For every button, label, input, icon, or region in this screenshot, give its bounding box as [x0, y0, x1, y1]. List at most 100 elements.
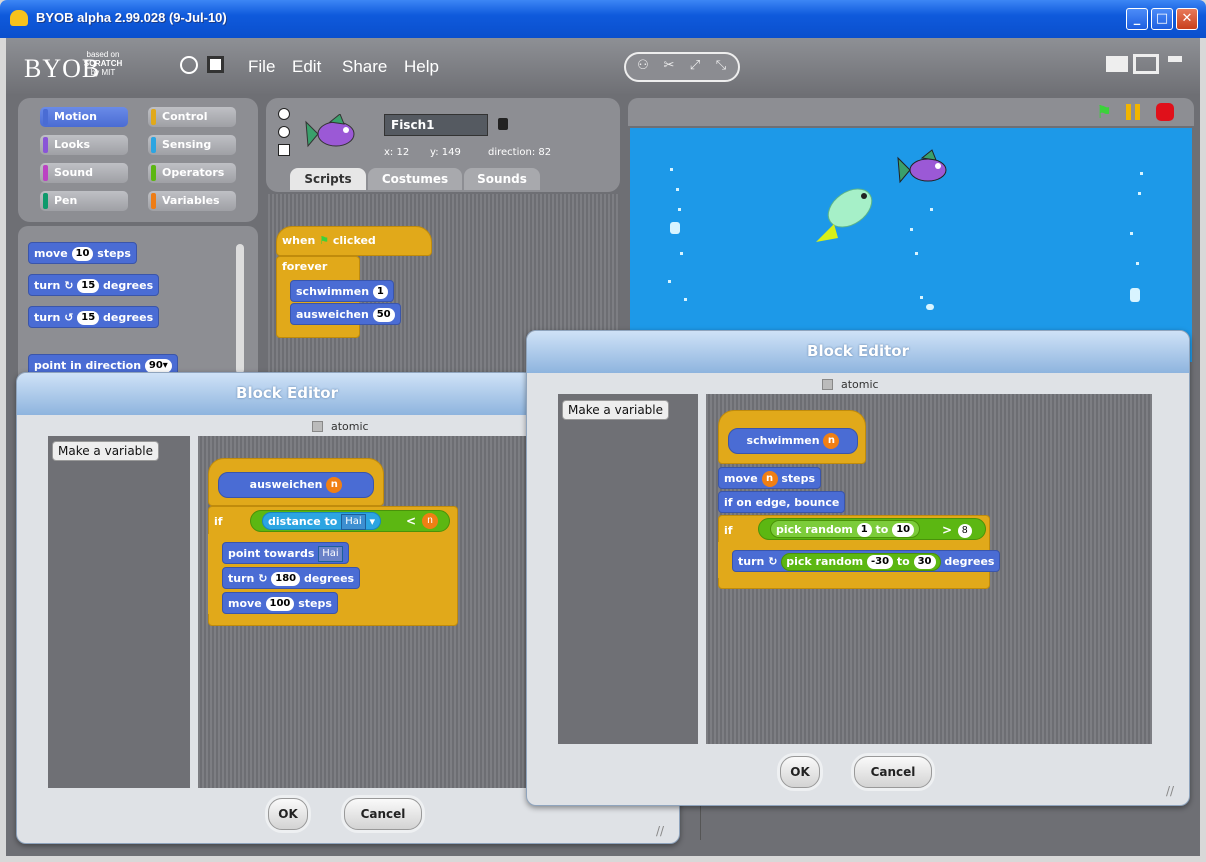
category-pen[interactable]: Pen [40, 191, 128, 211]
green-flag-button[interactable]: ⚑ [1096, 102, 1112, 123]
palette-move-block[interactable]: move 10 steps [28, 242, 137, 264]
lock-icon[interactable] [498, 118, 508, 130]
palette-scrollbar[interactable] [236, 244, 244, 374]
resize-grip-right[interactable]: // [1166, 784, 1174, 798]
title-bar[interactable]: BYOB alpha 2.99.028 (9-Jul-10) _ □ ✕ [0, 0, 1206, 38]
category-sound[interactable]: Sound [40, 163, 128, 183]
category-sensing[interactable]: Sensing [148, 135, 236, 155]
rotate-style-icon[interactable] [278, 108, 290, 120]
palette-point-direction-input[interactable]: 90▾ [144, 359, 172, 373]
bubble [1138, 192, 1141, 195]
duplicate-stamp-icon[interactable]: ⚇ [634, 58, 652, 76]
pick-to-input[interactable]: 10 [892, 523, 915, 537]
move-n-param[interactable]: n [761, 471, 778, 487]
turn-pick-random-block[interactable]: pick random -30 to 30 [781, 553, 941, 571]
hat-clicked-label: clicked [332, 234, 376, 247]
language-globe-icon[interactable] [180, 56, 198, 74]
category-motion[interactable]: Motion [40, 107, 128, 127]
point-towards-block[interactable]: point towards Hai [222, 542, 349, 564]
maximize-button[interactable]: □ [1151, 8, 1173, 30]
app-window: BYOB alpha 2.99.028 (9-Jul-10) _ □ ✕ BYO… [0, 0, 1206, 862]
category-sensing-label: Sensing [162, 138, 212, 151]
small-stage-icon[interactable] [1106, 56, 1128, 72]
cancel-button-left[interactable]: Cancel [344, 798, 422, 830]
ausweichen-proto-label: ausweichen [249, 478, 323, 491]
stage-fish-sprite[interactable] [894, 148, 954, 188]
pick-random-block[interactable]: pick random 1 to 10 [770, 520, 921, 538]
make-variable-button-left[interactable]: Make a variable [52, 441, 160, 461]
category-control[interactable]: Control [148, 107, 236, 127]
schwimmen-input[interactable]: 1 [372, 285, 388, 299]
if-c-inner-right [718, 542, 732, 578]
bubble [1140, 172, 1143, 175]
turn-180-input[interactable]: 180 [271, 572, 301, 586]
atomic-checkbox-left[interactable] [312, 421, 323, 432]
ok-button-left[interactable]: OK [268, 798, 308, 830]
make-variable-button-right[interactable]: Make a variable [562, 400, 670, 420]
menu-share[interactable]: Share [342, 57, 387, 77]
gt-value-input[interactable]: 8 [958, 524, 972, 538]
ok-button-right[interactable]: OK [780, 756, 820, 788]
turn-from-input[interactable]: -30 [866, 555, 894, 569]
turn-to-input[interactable]: 30 [913, 555, 936, 569]
palette-turn-cw-input[interactable]: 15 [77, 279, 100, 293]
shrink-icon[interactable]: ⤡ [712, 58, 730, 76]
ausweichen-label: ausweichen [296, 308, 369, 321]
palette-turn-ccw-block[interactable]: turn ↺ 15 degrees [28, 306, 160, 328]
tab-sounds[interactable]: Sounds [464, 168, 540, 190]
pause-button[interactable] [1126, 104, 1140, 120]
param-n-right[interactable]: n [823, 433, 840, 449]
logo-sub-3: by MIT [90, 68, 116, 77]
if-on-edge-bounce-block[interactable]: if on edge, bounce [718, 491, 846, 513]
category-variables[interactable]: Variables [148, 191, 236, 211]
save-disk-icon[interactable] [207, 56, 224, 73]
normal-stage-icon[interactable] [1133, 54, 1159, 74]
when-flag-clicked-block[interactable]: when ⚑ clicked [276, 226, 432, 256]
move-n-steps-block[interactable]: move n steps [718, 467, 822, 489]
sprite-name-field[interactable]: Fisch1 [384, 114, 488, 136]
minimize-button[interactable]: _ [1126, 8, 1148, 30]
menu-help[interactable]: Help [404, 57, 439, 77]
presentation-mode-icon[interactable] [1168, 56, 1182, 72]
turn-random-block[interactable]: turn ↻ pick random -30 to 30 degrees [732, 550, 1001, 572]
move-100-label: move [228, 597, 262, 610]
palette-turn-cw-block[interactable]: turn ↻ 15 degrees [28, 274, 160, 296]
grow-icon[interactable]: ⤢ [686, 58, 704, 76]
tab-scripts[interactable]: Scripts [290, 168, 366, 190]
point-towards-dropdown[interactable]: Hai [318, 546, 343, 562]
palette-turn-ccw-input[interactable]: 15 [77, 311, 100, 325]
ausweichen-input[interactable]: 50 [372, 308, 395, 322]
move-100-input[interactable]: 100 [265, 597, 295, 611]
move-100-block[interactable]: move 100 steps [222, 592, 338, 614]
menu-file[interactable]: File [248, 57, 275, 77]
category-operators-label: Operators [162, 166, 225, 179]
turn-180-block[interactable]: turn ↻ 180 degrees [222, 567, 361, 589]
tab-costumes[interactable]: Costumes [368, 168, 462, 190]
schwimmen-block[interactable]: schwimmen 1 [290, 280, 394, 302]
stage-shark-sprite[interactable] [812, 180, 882, 252]
category-looks[interactable]: Looks [40, 135, 128, 155]
distance-target-dropdown[interactable]: Hai [341, 514, 366, 530]
schwimmen-prototype[interactable]: schwimmen n [728, 428, 858, 454]
atomic-checkbox-right[interactable] [822, 379, 833, 390]
palette-move-input[interactable]: 10 [71, 247, 94, 261]
pick-from-input[interactable]: 1 [856, 523, 872, 537]
stop-button[interactable] [1156, 103, 1174, 121]
menu-edit[interactable]: Edit [292, 57, 321, 77]
resize-grip-left[interactable]: // [656, 824, 664, 838]
delete-scissors-icon[interactable]: ✂ [660, 58, 678, 76]
bubble [926, 304, 934, 310]
stage[interactable] [630, 128, 1192, 362]
param-n-left[interactable]: n [326, 477, 343, 493]
distance-to-block[interactable]: distance to Hai ▾ [262, 512, 381, 530]
cancel-button-right[interactable]: Cancel [854, 756, 932, 788]
close-button[interactable]: ✕ [1176, 8, 1198, 30]
lt-param-n[interactable]: n [422, 513, 438, 529]
bubble [910, 228, 913, 231]
category-operators[interactable]: Operators [148, 163, 236, 183]
ausweichen-prototype[interactable]: ausweichen n [218, 472, 374, 498]
no-rotate-icon[interactable] [278, 144, 290, 156]
ausweichen-block[interactable]: ausweichen 50 [290, 303, 401, 325]
flip-style-icon[interactable] [278, 126, 290, 138]
dialog-right-header[interactable]: Block Editor [527, 331, 1189, 373]
